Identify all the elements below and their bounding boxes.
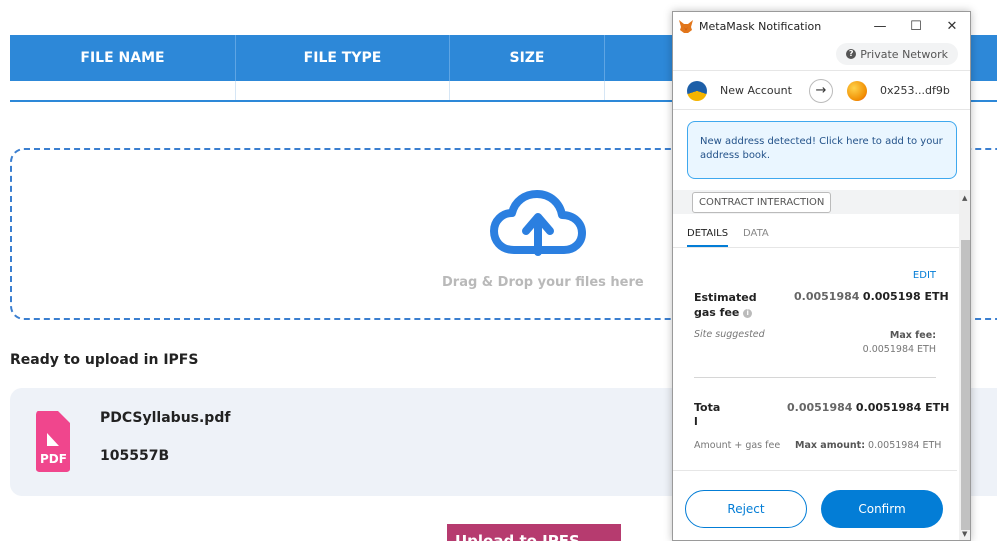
table-cell: [236, 81, 450, 100]
avatar: [847, 81, 867, 101]
maximize-icon[interactable]: ☐: [898, 19, 934, 34]
max-fee-label: Max fee:: [889, 330, 936, 341]
total-values: 0.0051984 0.0051984 ETH: [787, 401, 949, 414]
info-icon[interactable]: i: [743, 308, 753, 318]
column-header-file-type: FILE TYPE: [236, 35, 450, 81]
window-titlebar: MetaMask Notification — ☐ ✕: [673, 12, 970, 40]
estimated-gas-fee-label: Estimated gas fee i: [694, 290, 774, 320]
metamask-window: MetaMask Notification — ☐ ✕ ? Private Ne…: [672, 11, 971, 541]
column-header-size: SIZE: [450, 35, 605, 81]
window-title: MetaMask Notification: [699, 19, 822, 33]
amount-plus-gas-label: Amount + gas fee: [694, 440, 781, 451]
confirm-button[interactable]: Confirm: [821, 490, 943, 528]
screen: FILE NAME FILE TYPE SIZE ON Drag & Drop …: [0, 0, 997, 541]
dropzone-text: Drag & Drop your files here: [442, 275, 644, 290]
scrollbar[interactable]: ▲ ▼: [959, 190, 970, 540]
scroll-up-icon[interactable]: ▲: [962, 194, 967, 202]
file-size: 105557B: [100, 448, 170, 464]
max-amount-value: 0.0051984 ETH: [868, 440, 942, 451]
from-account-name[interactable]: New Account: [720, 84, 792, 97]
section-title: Ready to upload in IPFS: [10, 352, 199, 368]
reject-button[interactable]: Reject: [685, 490, 807, 528]
question-icon: ?: [846, 49, 857, 59]
contract-interaction-tag: CONTRACT INTERACTION: [692, 192, 832, 213]
max-amount-label: Max amount:: [795, 440, 866, 451]
tag-strip: CONTRACT INTERACTION: [673, 190, 970, 214]
tab-data[interactable]: DATA: [743, 228, 769, 239]
new-address-alert[interactable]: New address detected! Click here to add …: [687, 121, 957, 179]
max-fee-value: 0.0051984 ETH: [862, 344, 936, 355]
upload-to-ipfs-button[interactable]: Upload to IPFS: [447, 524, 621, 541]
total-secondary: 0.0051984: [787, 401, 853, 414]
pdf-file-icon: PDF: [36, 411, 70, 472]
to-address[interactable]: 0x253...df9b: [880, 84, 950, 97]
footer-divider: [673, 470, 957, 471]
pdf-icon-label: PDF: [40, 452, 67, 466]
gas-fee-values: 0.0051984 0.005198 ETH: [794, 290, 949, 303]
metamask-fox-icon: [679, 19, 693, 33]
close-icon[interactable]: ✕: [934, 19, 970, 34]
column-header-file-name: FILE NAME: [10, 35, 236, 81]
gas-fee-primary: 0.005198 ETH: [862, 290, 949, 303]
confirm-scroll-area: CONTRACT INTERACTION DETAILS DATA EDIT E…: [673, 190, 970, 540]
network-name: Private Network: [860, 47, 948, 61]
site-suggested-label: Site suggested: [694, 329, 765, 340]
arrow-right-icon: →: [809, 79, 833, 103]
file-name: PDCSyllabus.pdf: [100, 410, 231, 426]
avatar: [687, 81, 707, 101]
scroll-down-icon[interactable]: ▼: [962, 530, 967, 538]
max-fee: Max fee: 0.0051984 ETH: [863, 329, 936, 357]
total-label: Tota l: [694, 401, 721, 428]
account-row: New Account → 0x253...df9b: [673, 70, 970, 110]
minimize-icon[interactable]: —: [862, 19, 898, 34]
divider: [694, 377, 936, 378]
edit-gas-link[interactable]: EDIT: [913, 270, 936, 281]
tab-bar: DETAILS DATA: [673, 214, 970, 248]
network-row: ? Private Network: [673, 40, 970, 70]
total-primary: 0.0051984 ETH: [855, 401, 950, 414]
table-cell: [450, 81, 605, 100]
scrollbar-thumb[interactable]: [961, 240, 970, 530]
gas-fee-secondary: 0.0051984: [794, 290, 860, 303]
max-amount: Max amount: 0.0051984 ETH: [795, 440, 941, 451]
network-indicator[interactable]: ? Private Network: [836, 43, 958, 65]
table-cell: [10, 81, 236, 100]
cloud-upload-icon: [490, 190, 586, 256]
tab-details[interactable]: DETAILS: [687, 228, 729, 247]
